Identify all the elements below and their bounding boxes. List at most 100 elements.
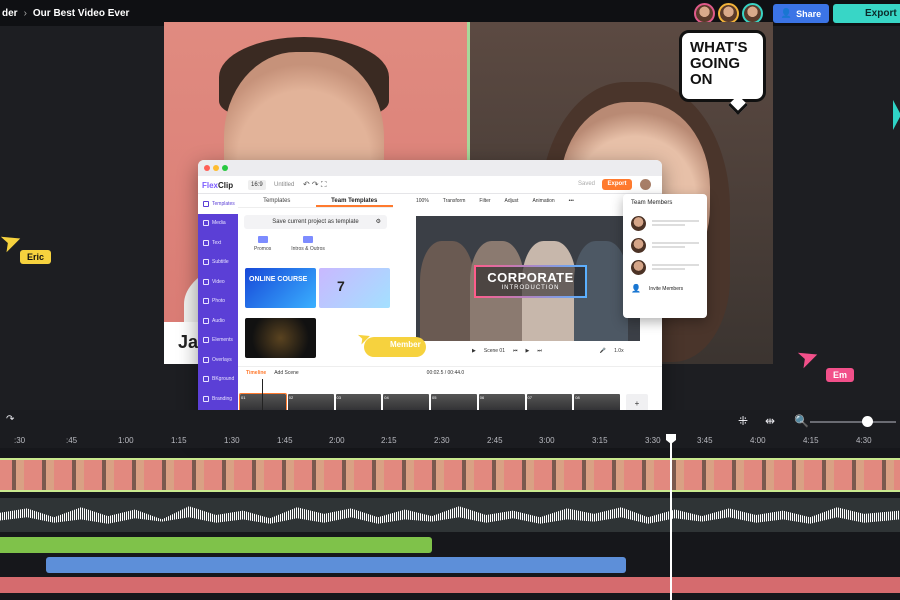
undo-redo-icons[interactable]: ↶ ↷ ⛶	[303, 180, 326, 190]
playhead[interactable]	[670, 434, 672, 600]
scene-label: Scene 01	[483, 348, 505, 354]
play-button-icon[interactable]: ▶	[526, 348, 530, 354]
project-name[interactable]: Untitled	[274, 182, 294, 188]
breadcrumb-parent[interactable]: der	[2, 8, 18, 19]
aspect-ratio-select[interactable]: 16:9	[248, 180, 266, 190]
overlay-track-green[interactable]	[0, 537, 432, 553]
background-icon	[203, 376, 209, 383]
zoom-slider[interactable]	[810, 421, 896, 423]
elements-icon	[203, 337, 209, 344]
sidebar-item-bkground[interactable]: BKground	[198, 370, 238, 390]
time-ruler[interactable]: :30 :45 1:00 1:15 1:30 1:45 2:00 2:15 2:…	[0, 434, 900, 448]
skip-back-icon[interactable]: ⏮	[513, 348, 518, 354]
sidebar-item-text[interactable]: Text	[198, 233, 238, 253]
export-label: Export	[865, 8, 897, 19]
project-title[interactable]: Our Best Video Ever	[33, 8, 130, 19]
canvas-preview[interactable]: CORPORATE INTRODUCTION	[416, 216, 640, 341]
video-track[interactable]	[0, 458, 900, 492]
overlay-track-blue[interactable]	[46, 557, 626, 573]
avatar[interactable]	[694, 3, 715, 24]
timeline-toggle[interactable]: Timeline	[246, 370, 266, 376]
redo-icon[interactable]: ↷	[6, 414, 14, 425]
corporate-title-overlay[interactable]: CORPORATE INTRODUCTION	[474, 265, 587, 298]
audio-track[interactable]	[0, 498, 900, 532]
avatar[interactable]	[718, 3, 739, 24]
ruler-tick: 3:15	[592, 436, 608, 445]
maximize-dot-icon[interactable]	[222, 165, 228, 171]
edit-toolbar: 100% Transform Filter Adjust Animation •…	[416, 198, 574, 204]
overlay-track-red[interactable]	[0, 577, 900, 593]
sidebar-item-video[interactable]: Video	[198, 272, 238, 292]
sidebar-item-subtitle[interactable]: Subtitle	[198, 253, 238, 273]
save-as-template-button[interactable]: Save current project as template ⚙	[244, 215, 387, 229]
sidebar-item-elements[interactable]: Elements	[198, 331, 238, 351]
invite-members-button[interactable]: 👤 Invite Members	[631, 284, 699, 293]
transform-tool[interactable]: Transform	[443, 198, 466, 204]
team-member-row[interactable]	[631, 212, 699, 234]
team-member-row[interactable]	[631, 256, 699, 278]
member-lines	[652, 218, 699, 228]
team-title: Team Members	[631, 200, 673, 206]
app-export-button[interactable]: Export	[602, 179, 632, 190]
speech-bubble-sticker[interactable]: WHAT'S GOING ON	[679, 30, 766, 102]
person	[420, 241, 474, 341]
play-icon[interactable]: ▶	[472, 348, 476, 354]
minimize-dot-icon[interactable]	[213, 165, 219, 171]
sidebar-item-photo[interactable]: Photo	[198, 292, 238, 312]
flexclip-logo: FlexClip	[202, 181, 233, 190]
sidebar-item-label: Elements	[212, 337, 233, 344]
folder-label: Intros & Outros	[291, 246, 325, 252]
team-member-row[interactable]	[631, 234, 699, 256]
sidebar-item-audio[interactable]: Audio	[198, 311, 238, 331]
sidebar-item-overlays[interactable]: Overlays	[198, 350, 238, 370]
logo-part: Flex	[202, 181, 219, 190]
panel-tabs: Templates Team Templates	[238, 194, 393, 208]
fit-timeline-icon[interactable]: ⇹	[765, 414, 775, 428]
template-thumbnail[interactable]	[245, 318, 316, 358]
zoom-slider-handle[interactable]	[862, 416, 873, 427]
add-user-icon: 👤	[780, 8, 793, 18]
sidebar-item-label: Video	[212, 278, 225, 285]
more-icon[interactable]: •••	[569, 198, 574, 204]
avatar	[631, 259, 646, 275]
sidebar-item-templates[interactable]: Templates	[198, 194, 238, 214]
sidebar-item-label: Photo	[212, 298, 226, 305]
overlays-icon	[203, 356, 209, 363]
mic-icon[interactable]: 🎤	[600, 348, 606, 354]
invite-label: Invite Members	[648, 285, 684, 292]
audio-waveform	[0, 506, 900, 524]
zoom-icon[interactable]: 🔍	[794, 414, 809, 428]
filter-tool[interactable]: Filter	[479, 198, 490, 204]
split-icon[interactable]: ⁜	[738, 414, 748, 428]
close-dot-icon[interactable]	[204, 165, 210, 171]
sidebar-item-media[interactable]: Media	[198, 214, 238, 234]
animation-tool[interactable]: Animation	[532, 198, 554, 204]
speed-label[interactable]: 1.0x	[614, 348, 623, 354]
app-toolbar: FlexClip 16:9 Untitled ↶ ↷ ⛶ Saved Expor…	[198, 176, 662, 194]
folder-icon	[303, 236, 314, 243]
skip-forward-icon[interactable]: ⏭	[537, 348, 542, 354]
template-thumbnail[interactable]: 7	[319, 268, 390, 308]
branding-icon	[203, 395, 209, 402]
sidebar-item-branding[interactable]: Branding	[198, 389, 238, 409]
avatar[interactable]	[742, 3, 763, 24]
subtitle-icon	[203, 259, 209, 266]
adjust-tool[interactable]: Adjust	[505, 198, 519, 204]
ruler-tick: 4:30	[856, 436, 872, 445]
folder-intros-outros[interactable]: Intros & Outros	[291, 236, 325, 252]
add-scene-button[interactable]: Add Scene	[274, 370, 298, 376]
settings-icon[interactable]: ⚙	[376, 215, 381, 229]
share-button[interactable]: 👤 Share	[773, 4, 829, 23]
folder-icon	[257, 236, 268, 243]
folder-promos[interactable]: Promos	[254, 236, 271, 252]
zoom-select[interactable]: 100%	[416, 198, 429, 204]
logo-part: Clip	[218, 181, 234, 190]
flexclip-window: FlexClip 16:9 Untitled ↶ ↷ ⛶ Saved Expor…	[198, 160, 662, 434]
share-label: Share	[796, 8, 822, 19]
tab-templates[interactable]: Templates	[238, 194, 316, 207]
ruler-tick: 1:30	[224, 436, 240, 445]
export-button[interactable]: Export	[833, 4, 900, 23]
template-thumbnail[interactable]: ONLINE COURSE	[245, 268, 316, 308]
tab-team-templates[interactable]: Team Templates	[315, 194, 393, 207]
avatar[interactable]	[640, 179, 651, 190]
